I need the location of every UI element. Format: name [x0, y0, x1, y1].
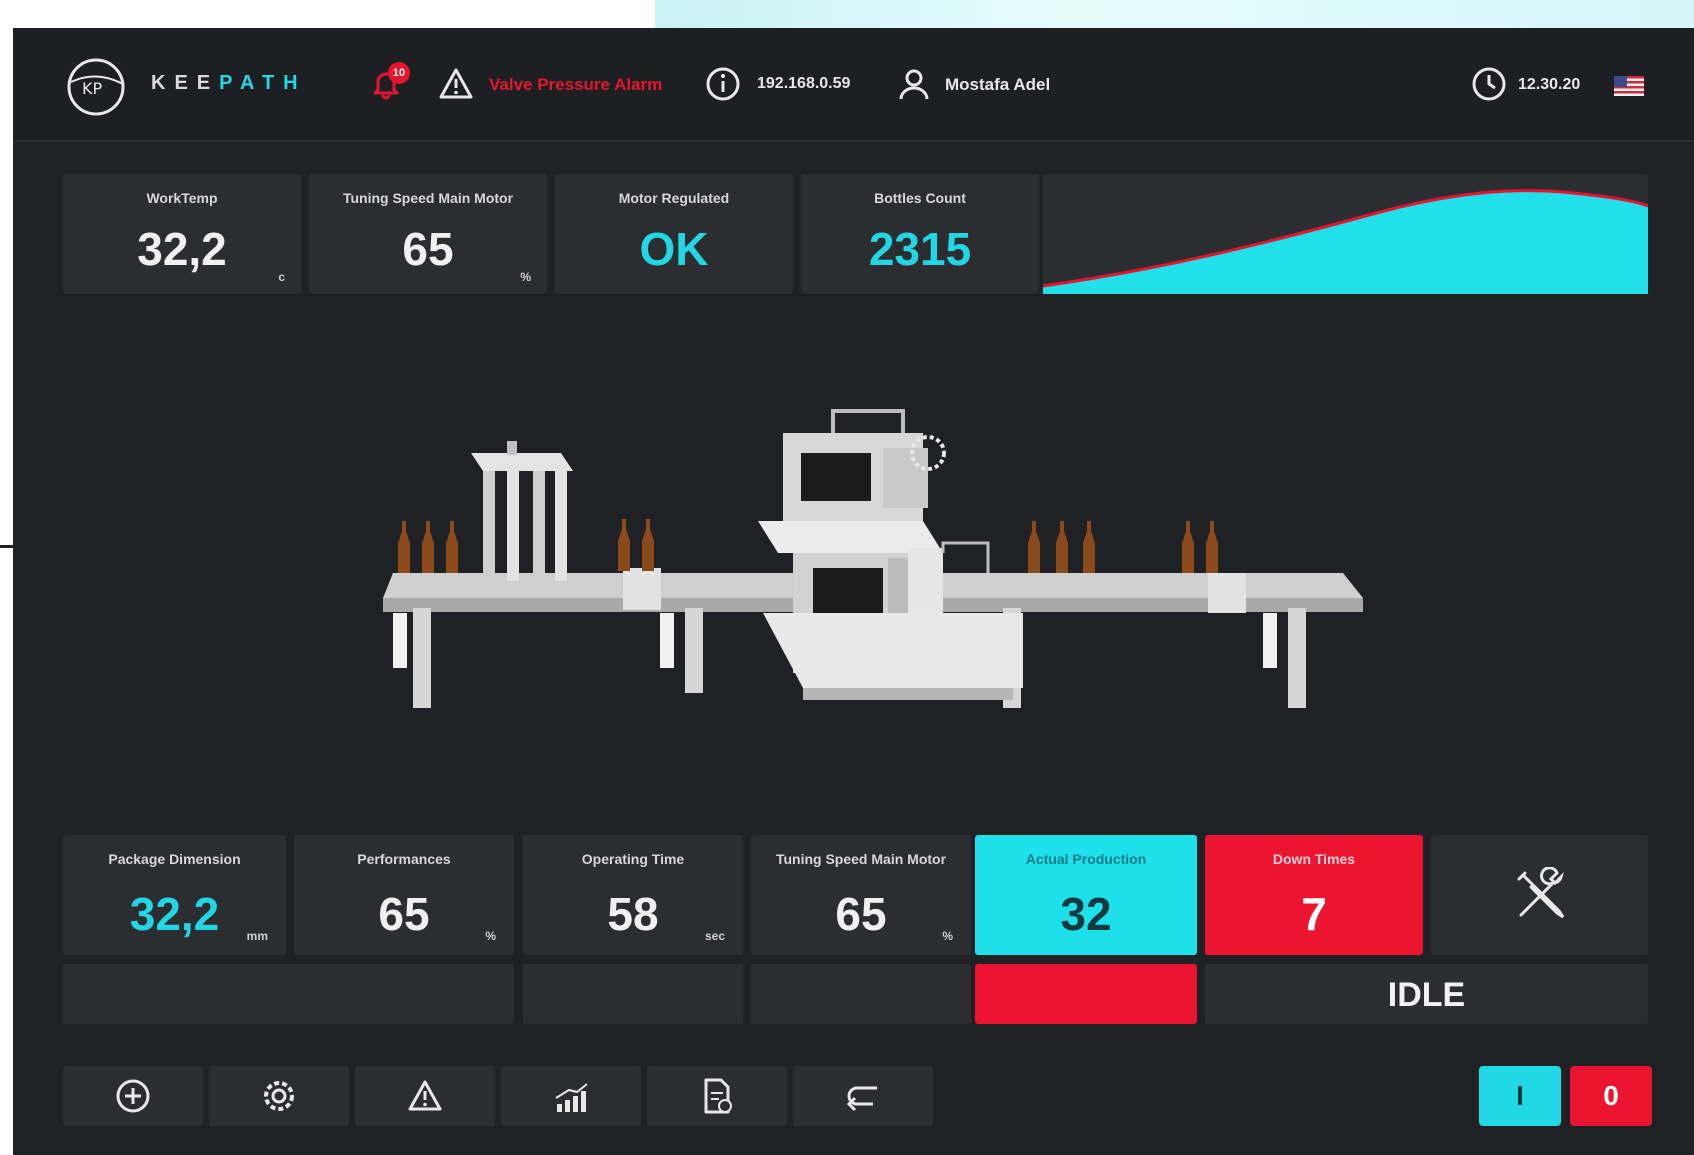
- trend-chart: [1042, 174, 1649, 294]
- status-bar-3: [751, 964, 971, 1024]
- status-bar-alarm: [975, 964, 1197, 1024]
- start-switch[interactable]: I: [1479, 1066, 1561, 1126]
- operating-time-card: Operating Time 58 sec: [523, 835, 743, 955]
- clock-icon: [1472, 67, 1506, 101]
- card-label: Down Times: [1272, 851, 1356, 867]
- tools-icon: [1517, 867, 1565, 919]
- back-button[interactable]: [793, 1066, 933, 1126]
- add-icon: [116, 1079, 150, 1113]
- card-label: Actual Production: [1025, 851, 1147, 867]
- card-unit: %: [942, 929, 953, 943]
- edge-mark: [0, 545, 14, 548]
- alarms-button[interactable]: [355, 1066, 495, 1126]
- flag-icon[interactable]: [1614, 76, 1644, 96]
- header-bar: KP KEEPATH 10 Valve Pressure Alarm 192.1…: [13, 28, 1694, 142]
- user-icon: [899, 69, 929, 100]
- card-unit: mm: [246, 929, 268, 943]
- clock-time: 12.30.20: [1518, 76, 1581, 93]
- card-unit: %: [485, 929, 496, 943]
- warning-icon: [408, 1080, 442, 1111]
- card-value: 2315: [868, 223, 972, 275]
- tuning-speed-card: Tuning Speed Main Motor 65 %: [309, 174, 547, 294]
- statistics-button[interactable]: [501, 1066, 641, 1126]
- notification-badge: 10: [388, 62, 410, 84]
- status-bar-2: [523, 964, 743, 1024]
- stop-switch[interactable]: 0: [1570, 1066, 1652, 1126]
- card-value: OK: [639, 223, 709, 275]
- card-label: Performances: [357, 851, 451, 867]
- motor-regulated-card: Motor Regulated OK: [555, 174, 793, 294]
- card-label: Tuning Speed Main Motor: [342, 190, 514, 206]
- package-dimension-card: Package Dimension 32,2 mm: [63, 835, 286, 955]
- card-value: 7: [1301, 888, 1327, 940]
- back-icon: [846, 1086, 877, 1112]
- logo-text: KEEPATH: [151, 72, 307, 94]
- card-unit: %: [520, 270, 531, 284]
- card-label: Bottles Count: [874, 190, 966, 206]
- card-value: 65: [402, 223, 454, 275]
- card-label: Package Dimension: [108, 851, 241, 867]
- status-bar-1: [63, 964, 514, 1024]
- tuning-speed-card-bottom: Tuning Speed Main Motor 65 %: [751, 835, 971, 955]
- add-button[interactable]: [63, 1066, 203, 1126]
- report-icon: [704, 1078, 732, 1114]
- ip-address: 192.168.0.59: [757, 75, 851, 92]
- maintenance-button[interactable]: [1431, 835, 1648, 955]
- card-label: WorkTemp: [146, 190, 218, 206]
- report-button[interactable]: [647, 1066, 787, 1126]
- user-name[interactable]: Mostafa Adel: [945, 75, 1050, 95]
- settings-icon: [264, 1081, 294, 1111]
- card-value: 32,2: [137, 223, 227, 275]
- background-strip: [655, 0, 1694, 28]
- bottles-count-card: Bottles Count 2315: [801, 174, 1039, 294]
- card-label: Operating Time: [581, 851, 685, 867]
- down-times-card: Down Times 7: [1205, 835, 1423, 955]
- worktemp-card: WorkTemp 32,2 c: [63, 174, 301, 294]
- card-value: 65: [378, 888, 430, 940]
- chart-icon: [555, 1083, 588, 1112]
- machine-state-bar: IDLE: [1205, 964, 1648, 1024]
- card-unit: sec: [704, 929, 725, 943]
- performances-card: Performances 65 %: [294, 835, 514, 955]
- bottling-machine-illustration: [383, 409, 1363, 708]
- info-icon: [706, 67, 740, 101]
- hmi-panel: KP KEEPATH 10 Valve Pressure Alarm 192.1…: [13, 28, 1694, 1155]
- actual-production-card: Actual Production 32: [975, 835, 1197, 955]
- trend-area: [1042, 189, 1649, 294]
- settings-button[interactable]: [209, 1066, 349, 1126]
- card-label: Motor Regulated: [618, 190, 730, 206]
- card-value: 32: [1060, 888, 1112, 940]
- card-value: 65: [835, 888, 887, 940]
- logo-icon: KP: [67, 58, 125, 116]
- machine-state: IDLE: [1387, 976, 1466, 1014]
- svg-text:KP: KP: [82, 79, 102, 98]
- alarm-text[interactable]: Valve Pressure Alarm: [489, 75, 662, 95]
- card-label: Tuning Speed Main Motor: [775, 851, 947, 867]
- card-unit: c: [278, 270, 285, 284]
- warning-icon: [439, 68, 473, 99]
